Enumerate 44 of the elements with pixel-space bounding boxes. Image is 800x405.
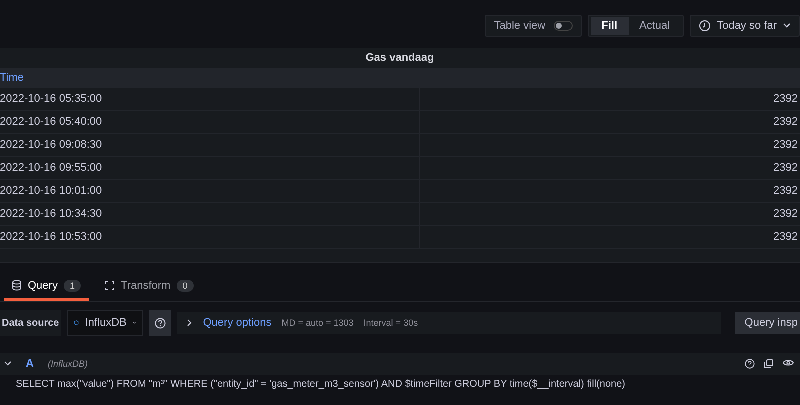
help-icon[interactable] bbox=[745, 359, 755, 369]
chevron-right-icon bbox=[187, 319, 194, 327]
copy-icon[interactable] bbox=[764, 359, 774, 369]
eye-icon[interactable] bbox=[783, 359, 794, 367]
help-icon bbox=[154, 318, 166, 328]
database-icon bbox=[12, 280, 22, 291]
time-range-picker[interactable]: Today so far bbox=[690, 15, 800, 37]
table-cell: 2392 bbox=[774, 162, 798, 174]
table-cell: 2022-10-16 10:01:00 bbox=[0, 185, 102, 197]
interval-text: Interval = 30s bbox=[364, 318, 418, 328]
table-cell: 2022-10-16 05:40:00 bbox=[0, 116, 102, 128]
table-cell: 2392 bbox=[774, 139, 798, 151]
table-cell: 2022-10-16 10:53:00 bbox=[0, 231, 102, 243]
table-cell: 2392 bbox=[774, 185, 798, 197]
query-source-label: (InfluxDB) bbox=[48, 359, 89, 369]
table-cell: 2022-10-16 10:34:30 bbox=[0, 208, 102, 220]
table-cell: 2022-10-16 09:08:30 bbox=[0, 139, 102, 151]
table-cell: 2392 bbox=[774, 208, 798, 220]
editor-tab[interactable]: Transform 0 bbox=[96, 273, 202, 301]
chevron-down-icon[interactable] bbox=[4, 360, 12, 368]
column-header[interactable]: Time bbox=[0, 72, 24, 84]
table-cell: 2392 bbox=[774, 116, 798, 128]
count-badge: 1 bbox=[64, 280, 81, 292]
table-view-label: Table view bbox=[494, 20, 546, 32]
count-badge: 0 bbox=[176, 280, 194, 292]
panel-title: Gas vandaag bbox=[366, 52, 434, 64]
table-cell: 2022-10-16 09:55:00 bbox=[0, 162, 102, 174]
table-cell: 2022-10-16 05:35:00 bbox=[0, 93, 102, 105]
fill-mode-button[interactable]: Fill bbox=[590, 17, 628, 35]
query-ref-name[interactable]: A bbox=[26, 358, 34, 370]
transform-icon bbox=[104, 280, 115, 290]
query-options-link[interactable]: Query options bbox=[203, 317, 272, 329]
data-source-label: Data source bbox=[0, 310, 62, 336]
editor-tab[interactable]: Query 1 bbox=[4, 273, 89, 301]
query-inspector-button[interactable]: Query insp bbox=[734, 312, 800, 334]
data-source-picker[interactable]: InfluxDB bbox=[67, 310, 144, 336]
table-cell: 2392 bbox=[774, 93, 798, 105]
help-button[interactable] bbox=[149, 310, 172, 336]
table-view-toggle[interactable] bbox=[554, 21, 573, 31]
chevron-down-icon bbox=[783, 23, 791, 29]
clock-icon bbox=[699, 20, 712, 32]
max-data-points-text: MD = auto = 1303 bbox=[282, 318, 354, 328]
fill-mode-button[interactable]: Actual bbox=[628, 17, 682, 35]
table-cell: 2392 bbox=[774, 231, 798, 243]
